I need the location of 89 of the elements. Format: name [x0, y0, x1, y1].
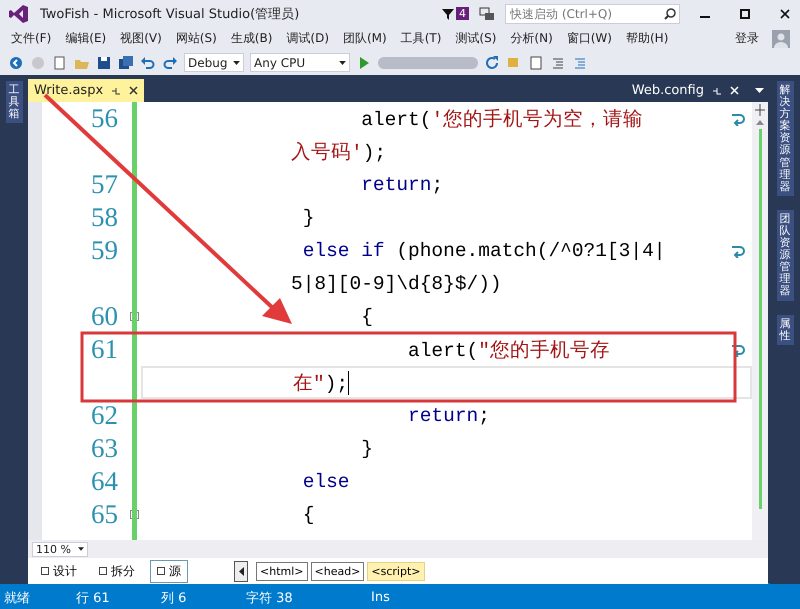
char-indicator: 字符 38 [246, 590, 294, 606]
text-cursor [348, 370, 350, 394]
tag-breadcrumb[interactable]: <script> [367, 562, 424, 580]
code-line: 在"); [293, 372, 348, 396]
filter-icon[interactable] [442, 8, 454, 20]
caret-icon[interactable] [233, 60, 240, 64]
save-all-icon[interactable] [118, 54, 134, 70]
search-icon[interactable] [664, 8, 676, 20]
line-number: 62 [90, 399, 118, 432]
menu-item[interactable]: 窗口(W) [560, 30, 619, 47]
code-line: alert("您的手机号存 [407, 338, 610, 363]
refresh-icon[interactable] [484, 54, 500, 70]
line-number: 61 [90, 333, 118, 366]
notification-badge[interactable]: 4 [456, 7, 469, 20]
menu-item[interactable]: 网站(S) [168, 30, 224, 47]
app-logo-icon [8, 2, 30, 24]
code-line: else if (phone.match(/^0?1[3|4| [302, 240, 666, 262]
code-line: { [302, 504, 314, 526]
save-icon[interactable] [96, 54, 112, 70]
view-button[interactable]: 源 [150, 560, 188, 582]
code-line: } [360, 438, 373, 460]
window-title: TwoFish - Microsoft Visual Studio(管理员) [40, 6, 300, 22]
word-wrap-icon [730, 342, 746, 356]
menu-item[interactable]: 测试(S) [448, 30, 504, 47]
caret-icon[interactable] [78, 547, 84, 551]
close-icon[interactable] [129, 86, 138, 95]
document-icon[interactable] [528, 54, 544, 70]
tag-breadcrumb[interactable]: <html> [256, 562, 308, 580]
menu-item[interactable]: 视图(V) [113, 30, 169, 47]
menu-item[interactable]: 分析(N) [503, 30, 560, 47]
line-number: 59 [90, 234, 118, 267]
panel-tab[interactable]: 团队资源管理器 [776, 210, 794, 300]
code-line: alert('您的手机号为空，请输 [360, 108, 644, 132]
view-icon [41, 567, 49, 575]
word-wrap-icon [730, 112, 746, 126]
scroll-left-button[interactable] [234, 560, 248, 582]
scroll-up-icon[interactable] [756, 120, 764, 125]
view-icon [99, 567, 107, 575]
word-wrap-icon [730, 244, 746, 258]
back-icon[interactable] [8, 54, 24, 70]
split-icon[interactable] [755, 104, 765, 116]
close-icon[interactable] [780, 8, 790, 18]
menu-item[interactable]: 工具(T) [394, 30, 448, 47]
view-button[interactable]: 设计 [34, 560, 84, 582]
code-line: 入号码'); [291, 140, 386, 165]
menu-item[interactable]: 编辑(E) [58, 30, 114, 47]
menu-item[interactable]: 帮助(H) [618, 30, 676, 47]
zoom-dropdown[interactable]: 110 % [32, 542, 88, 556]
line-indicator: 行 61 [76, 590, 111, 606]
left-arrow-icon [238, 566, 244, 576]
quick-launch-field[interactable]: 快速启动 (Ctrl+Q) [505, 4, 680, 24]
view-button[interactable]: 拆分 [92, 560, 142, 582]
maximize-icon[interactable] [740, 8, 750, 18]
document-tab[interactable]: Write.aspx [28, 79, 144, 102]
line-number: 63 [90, 432, 118, 465]
panel-tab[interactable]: 解决方案资源管理器 [776, 81, 794, 196]
code-line: 5|8][0-9]\d{8}$/)) [291, 272, 502, 294]
caret-icon[interactable] [339, 60, 346, 64]
view-icon [157, 567, 165, 575]
dropdown-icon[interactable] [755, 88, 764, 94]
menu-item[interactable]: 调试(D) [279, 30, 336, 47]
line-number: 57 [90, 168, 118, 201]
tag-breadcrumb[interactable]: <head> [310, 562, 364, 580]
pin-icon[interactable] [111, 86, 122, 96]
redo-icon[interactable] [162, 54, 178, 70]
sign-in-link[interactable]: 登录 [728, 30, 766, 47]
insert-mode-indicator: Ins [371, 590, 390, 605]
menu-item[interactable]: 团队(M) [336, 30, 394, 47]
configuration-dropdown[interactable]: Debug [184, 53, 244, 72]
code-line: return; [407, 404, 490, 426]
undo-icon[interactable] [140, 54, 156, 70]
scrollbar[interactable] [752, 102, 768, 540]
feedback-icon[interactable] [479, 6, 495, 20]
code-line: return; [360, 174, 444, 196]
status-text: 就绪 [4, 590, 31, 606]
column-indicator: 列 6 [161, 590, 188, 606]
code-line: { [360, 306, 373, 328]
line-number: 64 [90, 465, 118, 498]
code-line: else [302, 470, 350, 492]
line-number: 65 [90, 498, 118, 531]
menu-item[interactable]: 生成(B) [224, 30, 280, 47]
platform-dropdown[interactable]: Any CPU [250, 53, 350, 72]
line-number: 60 [90, 300, 118, 333]
panel-tab[interactable]: 属性 [776, 314, 794, 345]
code-line: } [302, 206, 314, 228]
menu-item[interactable]: 文件(F) [4, 30, 58, 47]
panel-tab[interactable]: 工具箱 [6, 81, 22, 124]
line-number: 58 [90, 201, 118, 234]
line-number: 56 [90, 102, 118, 135]
